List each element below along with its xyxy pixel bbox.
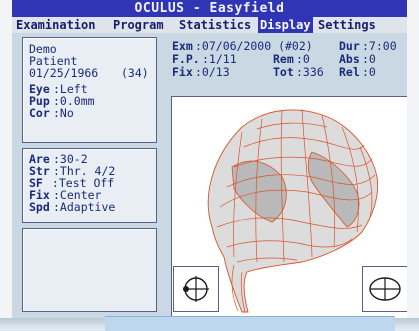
false-positive-label: F.P. bbox=[172, 52, 200, 66]
duration-label: Dur bbox=[339, 39, 360, 53]
absolute-value: :0 bbox=[362, 52, 376, 66]
target-view-icon[interactable] bbox=[362, 266, 407, 312]
fixation-loss-label: Fix bbox=[172, 65, 193, 79]
exam-date-label: Exm bbox=[172, 39, 193, 53]
relative-label: Rel bbox=[339, 65, 360, 79]
fixation-loss-value: :0/13 bbox=[195, 65, 230, 79]
correction-label: Cor bbox=[29, 106, 50, 120]
exam-date-value: :07/06/2000 (#02) bbox=[195, 39, 313, 53]
menu-settings[interactable]: Settings bbox=[316, 17, 378, 33]
oculus-screen: OCULUS - Easyfield Examination Program S… bbox=[12, 0, 407, 318]
menu-bar: Examination Program Statistics Display S… bbox=[12, 17, 407, 33]
blank-panel bbox=[22, 228, 157, 312]
crosshair-view-icon[interactable] bbox=[173, 266, 219, 312]
patient-panel[interactable]: Demo Patient 01/25/1966 (34) Eye :Left P… bbox=[22, 37, 157, 143]
speed-label: Spd bbox=[29, 200, 50, 214]
menu-examination[interactable]: Examination bbox=[14, 17, 97, 33]
bottom-bar bbox=[105, 316, 395, 331]
absolute-label: Abs bbox=[339, 52, 360, 66]
patient-dob: 01/25/1966 bbox=[29, 66, 99, 80]
remaining-label: Rem bbox=[273, 52, 294, 66]
total-label: Tot bbox=[273, 65, 294, 79]
window-title: OCULUS - Easyfield bbox=[12, 0, 407, 17]
patient-age: (34) bbox=[121, 66, 149, 80]
menu-statistics[interactable]: Statistics bbox=[177, 17, 253, 33]
relative-value: :0 bbox=[362, 65, 376, 79]
duration-value: :7:00 bbox=[362, 39, 397, 53]
remaining-value: :0 bbox=[296, 52, 310, 66]
correction-value: :No bbox=[53, 106, 74, 120]
speed-value: :Adaptive bbox=[53, 200, 116, 214]
menu-program[interactable]: Program bbox=[111, 17, 166, 33]
false-positive-value: :1/11 bbox=[202, 52, 237, 66]
menu-display[interactable]: Display bbox=[258, 17, 313, 33]
program-panel[interactable]: Are :30-2 Str :Thr. 4/2 SF :Test Off Fix… bbox=[22, 148, 157, 223]
total-value: :336 bbox=[296, 65, 324, 79]
